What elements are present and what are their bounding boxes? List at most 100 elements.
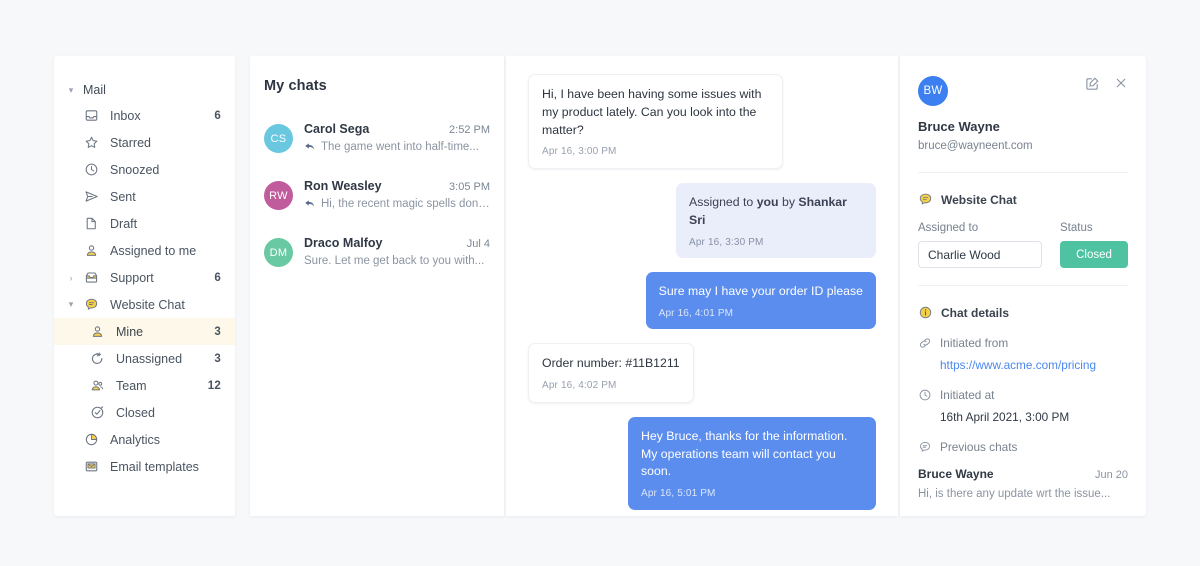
sidebar-item-starred[interactable]: ›Starred — [54, 129, 235, 156]
message-row: Sure may I have your order ID please Apr … — [528, 272, 876, 330]
chat-item-name: Ron Weasley — [304, 179, 382, 193]
sidebar-group-mail[interactable]: ▾ Mail — [54, 78, 235, 102]
message-timestamp: Apr 16, 5:01 PM — [641, 488, 716, 500]
chat-details-label: Chat details — [941, 305, 1010, 320]
chat-details-section: Chat details Initiated from https://www.… — [918, 286, 1128, 516]
sidebar-item-label: Snoozed — [110, 162, 160, 177]
message-text: Assigned to you by Shankar Sri — [689, 194, 847, 227]
chat-list-item[interactable]: DM Draco Malfoy Jul 4 Sure. Let me get b… — [250, 222, 504, 279]
chat-item-snippet: Hi, the recent magic spells don't s... — [321, 198, 490, 210]
sidebar-item-label: Assigned to me — [110, 243, 197, 258]
chat-item-name: Draco Malfoy — [304, 236, 383, 250]
close-icon[interactable] — [1114, 76, 1128, 91]
sidebar-item-assigned-to-me[interactable]: ›Assigned to me — [54, 237, 235, 264]
sidebar-item-label: Starred — [110, 135, 151, 150]
previous-chat-name: Bruce Wayne — [918, 467, 994, 481]
message-timestamp: Apr 16, 4:01 PM — [658, 307, 734, 319]
chat-item-time: 2:52 PM — [449, 124, 490, 136]
sidebar-item-count: 6 — [214, 109, 221, 122]
message-text: Hey Bruce, thanks for the information. M… — [641, 428, 848, 479]
sidebar-item-draft[interactable]: ›Draft — [54, 210, 235, 237]
sidebar-item-analytics[interactable]: ›Analytics — [54, 426, 235, 453]
initiated-at-head: Initiated at — [918, 388, 1128, 402]
sidebar-item-email-templates[interactable]: ›Email templates — [54, 453, 235, 480]
assigned-to-input[interactable] — [918, 241, 1042, 268]
message-bubble-agent: Sure may I have your order ID please Apr … — [645, 272, 876, 330]
message-row: Hi, I have been having some issues with … — [528, 74, 876, 169]
person-add-icon — [89, 351, 105, 367]
conversation-panel: Hi, I have been having some issues with … — [506, 56, 898, 516]
sidebar-item-label: Email templates — [110, 459, 199, 474]
message-bubble-incoming: Order number: #11B1211 Apr 16, 4:02 PM — [528, 343, 694, 403]
edit-icon[interactable] — [1085, 76, 1100, 91]
status-field: Status Closed — [1060, 222, 1128, 268]
sidebar-item-label: Sent — [110, 189, 136, 204]
message-timestamp: Apr 16, 3:30 PM — [689, 236, 764, 248]
sidebar-item-sent[interactable]: ›Sent — [54, 183, 235, 210]
initiated-from-head: Initiated from — [918, 336, 1128, 350]
sidebar: ▾ Mail › Inbox 6 ›Starred›Snoozed›Sent›Draf… — [54, 56, 235, 516]
message-text: Hi, I have been having some issues with … — [542, 87, 762, 137]
chevron-down-icon[interactable]: ▾ — [64, 298, 78, 312]
chat-item-preview: Hi, the recent magic spells don't s... — [304, 198, 490, 210]
pie-chart-icon — [83, 432, 99, 448]
chat-details-title: Chat details — [918, 305, 1128, 320]
clock-icon — [83, 162, 99, 178]
sidebar-item-label: Analytics — [110, 432, 161, 447]
sidebar-item-count: 12 — [207, 379, 221, 392]
sidebar-item-count: 3 — [214, 325, 221, 338]
avatar: DM — [264, 238, 293, 267]
sidebar-item-closed[interactable]: Closed — [54, 399, 235, 426]
file-icon — [83, 216, 99, 232]
inbox-icon — [83, 108, 99, 124]
chat-item-header: Ron Weasley 3:05 PM — [304, 179, 490, 193]
chevron-right-icon[interactable]: › — [64, 271, 78, 285]
detail-actions — [1085, 76, 1128, 91]
avatar: BW — [918, 76, 948, 106]
chat-list-item[interactable]: RW Ron Weasley 3:05 PM Hi, the recent ma… — [250, 165, 504, 222]
sidebar-item-label: Support — [110, 270, 154, 285]
initiated-from-value[interactable]: https://www.acme.com/pricing — [940, 358, 1128, 372]
sidebar-item-count: 6 — [214, 271, 221, 284]
message-text: Order number: #11B1211 — [542, 356, 680, 371]
reply-arrow-icon — [304, 141, 316, 153]
channel-title: Website Chat — [918, 192, 1128, 207]
sidebar-item-inbox[interactable]: ›Inbox6 — [54, 102, 235, 129]
chat-item-header: Draco Malfoy Jul 4 — [304, 236, 490, 250]
chat-item-preview: The game went into half-time... — [304, 141, 490, 153]
chat-bubble-outline-icon — [918, 440, 932, 454]
sidebar-item-support[interactable]: › Support 6 — [54, 264, 235, 291]
avatar: CS — [264, 124, 293, 153]
message-bubble-agent: Hey Bruce, thanks for the information. M… — [628, 416, 876, 510]
chat-item-time: 3:05 PM — [449, 181, 490, 193]
sidebar-item-unassigned[interactable]: Unassigned 3 — [54, 345, 235, 372]
chevron-down-icon: ▾ — [68, 84, 74, 95]
message-row: Hey Bruce, thanks for the information. M… — [528, 416, 876, 510]
message-bubble-incoming: Hi, I have been having some issues with … — [528, 74, 783, 169]
previous-chat-item[interactable]: Bruce Wayne Jun 20 Hi, is there any upda… — [918, 467, 1128, 500]
contact-header: BW Bruce Wayne bruce@wayneent.com — [918, 56, 1128, 173]
star-icon — [83, 135, 99, 151]
chat-item-name: Carol Sega — [304, 122, 370, 136]
sidebar-item-snoozed[interactable]: ›Snoozed — [54, 156, 235, 183]
previous-chats-label: Previous chats — [940, 440, 1018, 454]
status-badge[interactable]: Closed — [1060, 241, 1128, 268]
sidebar-item-label: Inbox — [110, 108, 141, 123]
previous-chat-header: Bruce Wayne Jun 20 — [918, 467, 1128, 481]
sidebar-item-team[interactable]: Team 12 — [54, 372, 235, 399]
chat-bubble-icon — [918, 192, 933, 207]
sidebar-item-mine[interactable]: Mine 3 — [54, 318, 235, 345]
chat-item-body: Draco Malfoy Jul 4 Sure. Let me get back… — [304, 236, 490, 267]
assigned-to-label: Assigned to — [918, 222, 979, 234]
chat-list-item[interactable]: CS Carol Sega 2:52 PM The game went into… — [250, 108, 504, 165]
sidebar-item-website-chat[interactable]: ▾ Website Chat — [54, 291, 235, 318]
message-row: Order number: #11B1211 Apr 16, 4:02 PM — [528, 343, 876, 403]
assigned-to-field: Assigned to — [918, 222, 1048, 268]
check-circle-icon — [89, 405, 105, 421]
contact-name: Bruce Wayne — [918, 119, 1000, 134]
chat-workspace: ▾ Mail › Inbox 6 ›Starred›Snoozed›Sent›Draf… — [54, 56, 1146, 516]
channel-label: Website Chat — [941, 192, 1017, 207]
chat-bubble-icon — [83, 297, 99, 313]
chat-list-panel: My chats CS Carol Sega 2:52 PM The game … — [250, 56, 504, 516]
chat-item-body: Ron Weasley 3:05 PM Hi, the recent magic… — [304, 179, 490, 210]
